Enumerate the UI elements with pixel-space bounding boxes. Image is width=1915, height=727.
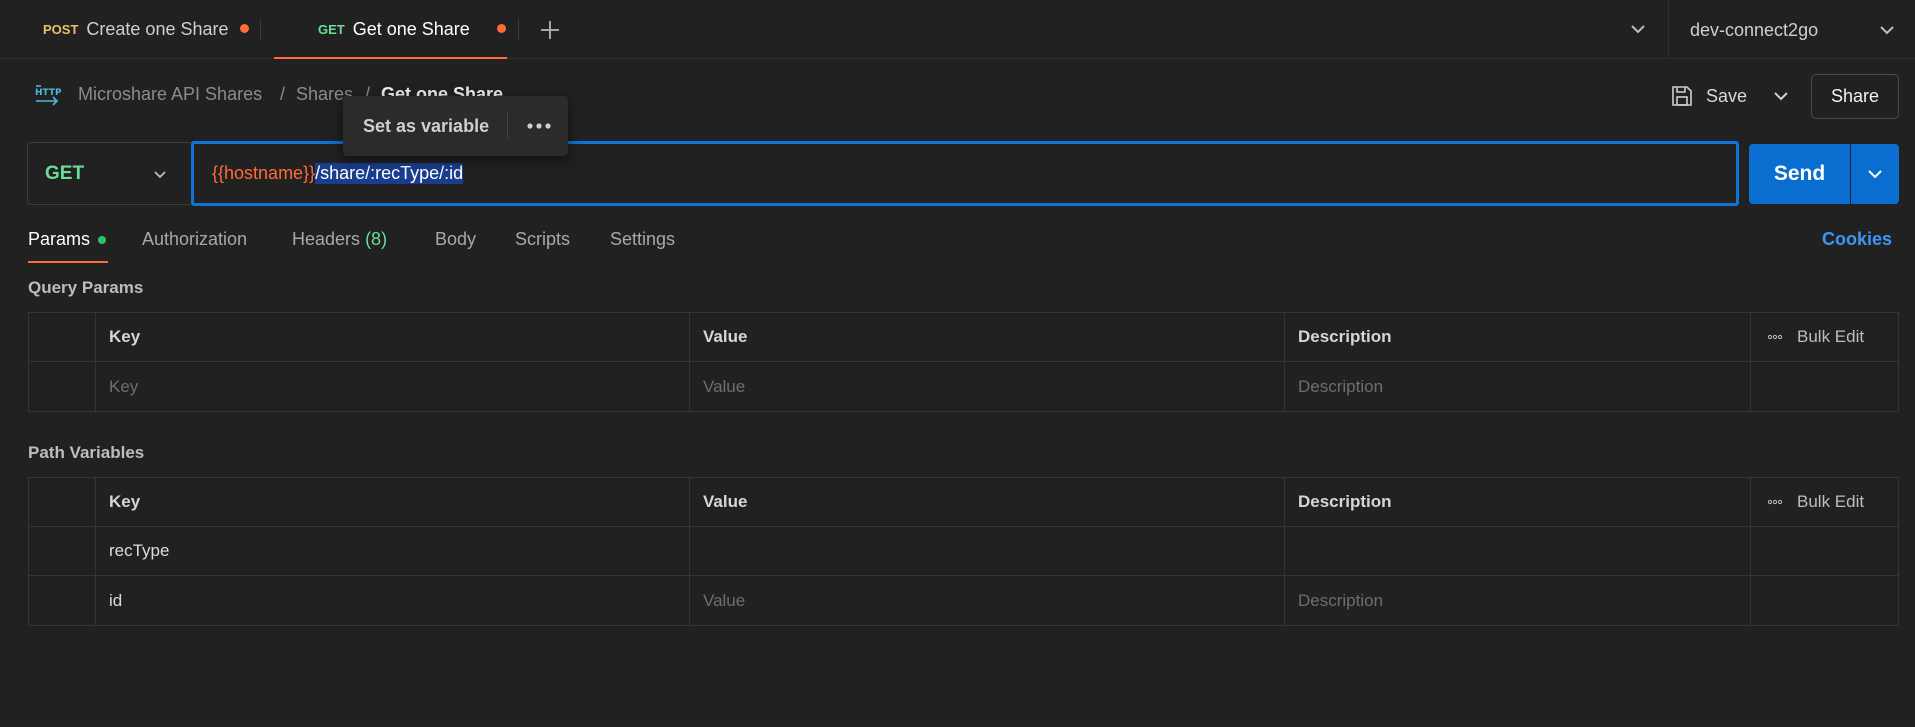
svg-text:HTTP: HTTP [35, 88, 61, 98]
chevron-down-icon [154, 171, 166, 179]
params-active-dot [98, 236, 106, 244]
share-button[interactable]: Share [1811, 74, 1899, 119]
more-horizontal-icon[interactable] [1767, 499, 1783, 505]
description-input[interactable]: Description [1285, 362, 1751, 411]
key-column-header: Key [96, 478, 690, 526]
checkbox-column-header [29, 313, 96, 361]
method-select[interactable]: GET [27, 142, 191, 205]
bulk-edit-button[interactable]: Bulk Edit [1797, 492, 1864, 512]
unsaved-dot [240, 24, 249, 33]
key-input[interactable]: Key [96, 362, 690, 411]
url-variable[interactable]: {{hostname}} [212, 163, 315, 184]
tab-settings[interactable]: Settings [610, 229, 675, 250]
tab-list-dropdown[interactable] [1627, 18, 1649, 40]
bulk-edit-button[interactable]: Bulk Edit [1797, 327, 1864, 347]
tab-headers-label: Headers [292, 229, 361, 249]
save-options-dropdown[interactable] [1770, 85, 1792, 107]
row-checkbox-cell [29, 527, 96, 575]
chevron-down-icon [1880, 26, 1894, 35]
tab-headers[interactable]: Headers (8) [292, 229, 387, 250]
value-input[interactable]: Value [690, 362, 1285, 411]
breadcrumb-separator: / [280, 84, 286, 104]
plus-icon [541, 21, 559, 39]
headers-count: (8) [365, 229, 388, 249]
tab-scripts[interactable]: Scripts [515, 229, 570, 250]
tab-method-get: GET [318, 22, 345, 37]
tab-create-one-share[interactable]: POST Create one Share [43, 0, 229, 59]
key-cell: recType [96, 527, 690, 575]
popover-divider [507, 111, 508, 139]
more-horizontal-icon[interactable] [1767, 334, 1783, 340]
row-actions-cell [1751, 362, 1900, 411]
environment-divider [1668, 0, 1669, 59]
chevron-down-icon [1774, 92, 1788, 101]
save-button[interactable]: Save [1670, 78, 1747, 114]
selection-popover: Set as variable [343, 96, 568, 156]
tab-body[interactable]: Body [435, 229, 476, 250]
row-actions-cell [1751, 576, 1900, 625]
tab-divider [518, 19, 519, 41]
active-tab-indicator [274, 57, 507, 59]
value-input[interactable]: Value [690, 576, 1285, 625]
description-column-header: Description [1285, 478, 1751, 526]
table-header-row: Key Value Description Bulk Edit [29, 478, 1898, 527]
request-tab-bar: POST Create one Share GET Get one Share … [0, 0, 1915, 59]
more-options-button[interactable] [523, 114, 555, 138]
tab-method-post: POST [43, 22, 79, 37]
row-checkbox-cell [29, 576, 96, 625]
tab-params[interactable]: Params [28, 229, 90, 250]
active-request-tab-indicator [28, 261, 108, 263]
tab-label: Get one Share [352, 19, 470, 39]
table-row: Key Value Description [29, 362, 1898, 411]
query-params-title: Query Params [28, 278, 144, 297]
new-tab-button[interactable] [537, 17, 563, 43]
table-row: recType [29, 527, 1898, 576]
tab-label: Create one Share [86, 19, 229, 39]
environment-name: dev-connect2go [1690, 19, 1819, 40]
table-row: id Value Description [29, 576, 1898, 625]
tab-divider [260, 19, 261, 41]
environment-selector[interactable]: dev-connect2go [1690, 17, 1900, 43]
bulk-edit-area: Bulk Edit [1751, 313, 1900, 361]
url-path-selected[interactable]: /share/:recType/:id [315, 163, 464, 184]
query-params-table: Key Value Description Bulk Edit Key Valu… [28, 312, 1899, 412]
send-button[interactable]: Send [1749, 144, 1850, 204]
value-input[interactable] [690, 527, 1285, 575]
description-column-header: Description [1285, 313, 1751, 361]
tab-get-one-share[interactable]: GET Get one Share [318, 0, 470, 59]
chevron-down-icon [1868, 170, 1882, 179]
path-variables-table: Key Value Description Bulk Edit recType … [28, 477, 1899, 626]
tab-authorization[interactable]: Authorization [142, 229, 247, 250]
row-actions-cell [1751, 527, 1900, 575]
value-column-header: Value [690, 478, 1285, 526]
key-column-header: Key [96, 313, 690, 361]
key-cell: id [96, 576, 690, 625]
send-options-dropdown[interactable] [1851, 144, 1899, 204]
description-input[interactable] [1285, 527, 1751, 575]
breadcrumb-collection[interactable]: Microshare API Shares [78, 84, 262, 105]
path-variables-title: Path Variables [28, 443, 145, 462]
method-value: GET [45, 162, 85, 184]
save-icon [1672, 86, 1692, 106]
bulk-edit-area: Bulk Edit [1751, 478, 1900, 526]
description-input[interactable]: Description [1285, 576, 1751, 625]
unsaved-dot [497, 24, 506, 33]
set-as-variable-button[interactable]: Set as variable [363, 116, 489, 137]
http-request-icon: HTTP [33, 82, 62, 108]
more-horizontal-icon [527, 123, 551, 129]
checkbox-column-header [29, 478, 96, 526]
chevron-down-icon [1631, 25, 1645, 34]
cookies-link[interactable]: Cookies [1822, 229, 1892, 250]
value-column-header: Value [690, 313, 1285, 361]
table-header-row: Key Value Description Bulk Edit [29, 313, 1898, 362]
save-label: Save [1706, 85, 1748, 106]
row-checkbox-cell [29, 362, 96, 411]
